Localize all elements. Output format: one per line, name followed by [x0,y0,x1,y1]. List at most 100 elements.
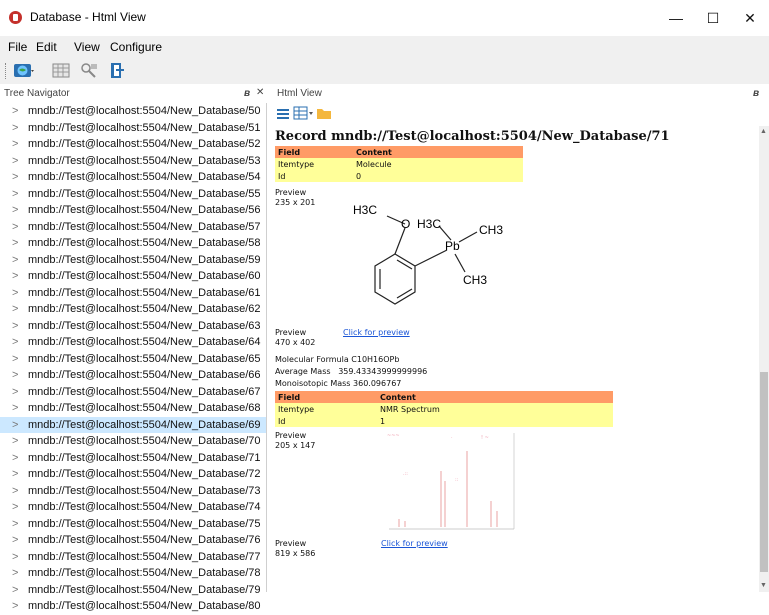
tree-panel-close-icon[interactable]: ✕ [256,87,264,98]
property-value: 359.43343999999996 [338,367,428,376]
chevron-right-icon[interactable]: > [12,565,18,582]
tree-item-label: mndb://Test@localhost:5504/New_Database/… [28,138,261,150]
tree-item[interactable]: > mndb://Test@localhost:5504/New_Database… [0,532,266,549]
tree-item[interactable]: > mndb://Test@localhost:5504/New_Database… [0,549,266,566]
chevron-right-icon[interactable]: > [12,334,18,351]
tree-item-label: mndb://Test@localhost:5504/New_Database/… [28,435,261,447]
menu-configure[interactable]: Configure [110,40,162,54]
tree-panel-float-icon[interactable]: ʙ [244,88,250,99]
tree-item[interactable]: > mndb://Test@localhost:5504/New_Database… [0,499,266,516]
chevron-right-icon[interactable]: > [12,433,18,450]
database-globe-icon[interactable] [13,62,35,79]
tree-item[interactable]: > mndb://Test@localhost:5504/New_Database… [0,384,266,401]
chevron-right-icon[interactable]: > [12,598,18,615]
chevron-right-icon[interactable]: > [12,136,18,153]
tree-item-label: mndb://Test@localhost:5504/New_Database/… [28,286,261,299]
tree-item[interactable]: > mndb://Test@localhost:5504/New_Database… [0,334,266,351]
chevron-right-icon[interactable]: > [12,252,18,269]
tree-item[interactable]: > mndb://Test@localhost:5504/New_Database… [0,351,266,368]
exit-door-icon[interactable] [108,62,126,79]
scroll-down-icon[interactable]: ▼ [760,582,767,589]
chevron-right-icon[interactable]: > [12,367,18,384]
html-view-content: Record mndb://Test@localhost:5504/New_Da… [275,126,757,592]
close-button[interactable]: ✕ [727,6,769,30]
property-name: Monoisotopic Mass [275,379,351,388]
chevron-right-icon[interactable]: > [12,285,18,302]
tree-item[interactable]: > mndb://Test@localhost:5504/New_Database… [0,450,266,467]
chevron-right-icon[interactable]: > [12,268,18,285]
tree-item[interactable]: > mndb://Test@localhost:5504/New_Database… [0,169,266,186]
tree-item[interactable]: > mndb://Test@localhost:5504/New_Database… [0,516,266,533]
chevron-right-icon[interactable]: > [12,120,18,137]
table-view-icon[interactable] [293,106,315,121]
tree-item[interactable]: > mndb://Test@localhost:5504/New_Database… [0,582,266,599]
chevron-right-icon[interactable]: > [12,582,18,599]
tree-item[interactable]: > mndb://Test@localhost:5504/New_Database… [0,565,266,582]
chevron-right-icon[interactable]: > [12,450,18,467]
chevron-right-icon[interactable]: > [12,417,18,434]
chevron-right-icon[interactable]: > [12,516,18,533]
chevron-right-icon[interactable]: > [12,318,18,335]
tree-item[interactable]: > mndb://Test@localhost:5504/New_Database… [0,301,266,318]
html-panel-float-icon[interactable]: ʙ [753,88,759,99]
tree-item-label: mndb://Test@localhost:5504/New_Database/… [28,253,261,266]
tree-item[interactable]: > mndb://Test@localhost:5504/New_Database… [0,103,266,120]
tree-item-label: mndb://Test@localhost:5504/New_Database/… [28,237,261,249]
list-menu-icon[interactable] [276,107,290,121]
chevron-right-icon[interactable]: > [12,301,18,318]
menu-edit[interactable]: Edit [36,40,57,54]
chevron-right-icon[interactable]: > [12,466,18,483]
chevron-right-icon[interactable]: > [12,483,18,500]
chevron-right-icon[interactable]: > [12,103,18,120]
tree-item-label: mndb://Test@localhost:5504/New_Database/… [28,451,261,464]
tree-item[interactable]: > mndb://Test@localhost:5504/New_Database… [0,153,266,170]
property-name: Average Mass [275,367,331,376]
tree-item[interactable]: > mndb://Test@localhost:5504/New_Database… [0,136,266,153]
chevron-right-icon[interactable]: > [12,235,18,252]
chevron-right-icon[interactable]: > [12,186,18,203]
chevron-right-icon[interactable]: > [12,153,18,170]
html-view-scrollbar[interactable]: ▲ ▼ [759,126,769,592]
tree-item-label: mndb://Test@localhost:5504/New_Database/… [28,336,261,348]
tree-item[interactable]: > mndb://Test@localhost:5504/New_Database… [0,318,266,335]
window-title: Database - Html View [30,10,146,24]
click-for-preview-link[interactable]: Click for preview [381,539,448,549]
chevron-right-icon[interactable]: > [12,400,18,417]
tree-item[interactable]: > mndb://Test@localhost:5504/New_Database… [0,235,266,252]
chevron-right-icon[interactable]: > [12,532,18,549]
folder-icon[interactable] [316,107,332,120]
tree-item[interactable]: > mndb://Test@localhost:5504/New_Database… [0,186,266,203]
tree-item[interactable]: > mndb://Test@localhost:5504/New_Database… [0,202,266,219]
table-cell-value: NMR Spectrum [377,403,613,415]
chevron-right-icon[interactable]: > [12,169,18,186]
menu-view[interactable]: View [74,40,100,54]
tree-item-label: mndb://Test@localhost:5504/New_Database/… [28,484,261,497]
preview-large-block: Preview 470 x 402 Click for preview [275,328,757,352]
chevron-right-icon[interactable]: > [12,219,18,236]
search-structure-icon[interactable] [80,62,98,79]
table-icon[interactable] [52,62,70,79]
tree-item[interactable]: > mndb://Test@localhost:5504/New_Database… [0,400,266,417]
menu-file[interactable]: File [8,40,27,54]
click-for-preview-link[interactable]: Click for preview [343,328,410,338]
tree-item[interactable]: > mndb://Test@localhost:5504/New_Database… [0,285,266,302]
tree-item[interactable]: > mndb://Test@localhost:5504/New_Database… [0,252,266,269]
tree-item[interactable]: > mndb://Test@localhost:5504/New_Database… [0,416,266,434]
chevron-right-icon[interactable]: > [12,351,18,368]
tree-item[interactable]: > mndb://Test@localhost:5504/New_Database… [0,120,266,137]
svg-text:! ~: ! ~ [481,435,489,441]
scroll-up-icon[interactable]: ▲ [760,128,767,135]
tree-item[interactable]: > mndb://Test@localhost:5504/New_Database… [0,466,266,483]
tree-item[interactable]: > mndb://Test@localhost:5504/New_Database… [0,268,266,285]
tree-item[interactable]: > mndb://Test@localhost:5504/New_Database… [0,367,266,384]
scrollbar-thumb[interactable] [760,372,768,572]
tree-item[interactable]: > mndb://Test@localhost:5504/New_Database… [0,219,266,236]
chevron-right-icon[interactable]: > [12,549,18,566]
tree-item[interactable]: > mndb://Test@localhost:5504/New_Database… [0,433,266,450]
chevron-right-icon[interactable]: > [12,202,18,219]
chevron-right-icon[interactable]: > [12,499,18,516]
tree-item[interactable]: > mndb://Test@localhost:5504/New_Database… [0,598,266,615]
app-logo-icon [9,11,22,24]
chevron-right-icon[interactable]: > [12,384,18,401]
tree-item[interactable]: > mndb://Test@localhost:5504/New_Database… [0,483,266,500]
